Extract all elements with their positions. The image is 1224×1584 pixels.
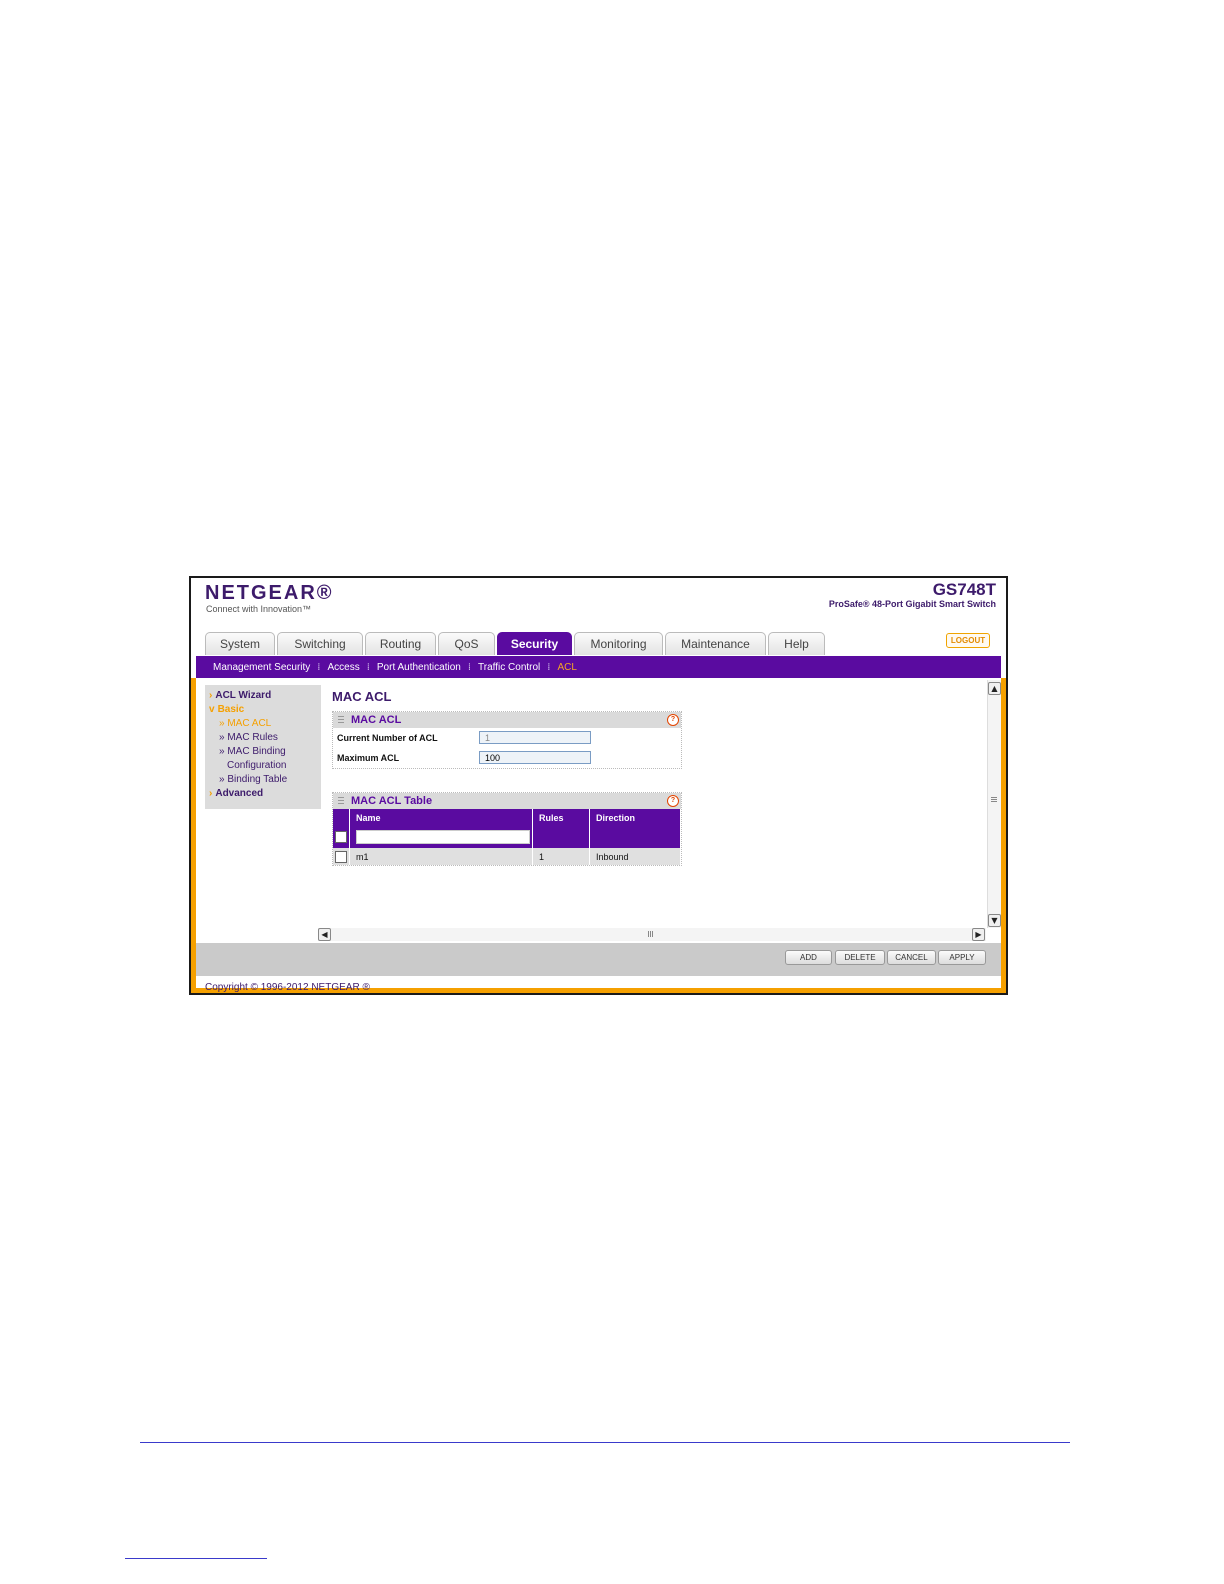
max-acl-field: 100 bbox=[479, 751, 591, 764]
panel-header: MAC ACL Table ? bbox=[333, 793, 681, 809]
add-button[interactable]: ADD bbox=[785, 950, 832, 965]
page-title: MAC ACL bbox=[332, 689, 392, 704]
panel-title: MAC ACL bbox=[351, 714, 402, 726]
max-acl-label: Maximum ACL bbox=[337, 753, 400, 763]
content-area: › ACL Wizard v Basic » MAC ACL » MAC Rules… bbox=[196, 678, 1001, 943]
current-acl-field: 1 bbox=[479, 731, 591, 744]
subnav-management-security[interactable]: Management Security bbox=[213, 662, 310, 673]
scroll-right-icon[interactable]: ▶ bbox=[972, 928, 985, 941]
chevron-down-icon: v bbox=[209, 704, 215, 715]
content-frame: › ACL Wizard v Basic » MAC ACL » MAC Rules… bbox=[191, 678, 1006, 993]
scroll-up-icon[interactable]: ▲ bbox=[988, 682, 1001, 695]
cancel-button[interactable]: CANCEL bbox=[887, 950, 936, 965]
sidebar-item-mac-binding[interactable]: » MAC Binding bbox=[205, 745, 321, 759]
name-cell: m1 bbox=[349, 848, 533, 865]
tab-security[interactable]: Security bbox=[497, 632, 572, 655]
rules-cell: 1 bbox=[532, 848, 590, 865]
subnav-port-authentication[interactable]: Port Authentication bbox=[377, 662, 461, 673]
sidebar-item-mac-rules[interactable]: » MAC Rules bbox=[205, 731, 321, 745]
new-entry-row bbox=[333, 826, 681, 848]
tab-qos[interactable]: QoS bbox=[438, 632, 495, 655]
sidebar-item-mac-acl[interactable]: » MAC ACL bbox=[205, 717, 321, 731]
logout-button[interactable]: LOGOUT bbox=[946, 633, 990, 648]
sidebar-item-label: Advanced bbox=[215, 788, 264, 799]
sidebar-item-label: Basic bbox=[217, 704, 245, 715]
sidebar-item-label: MAC ACL bbox=[227, 718, 272, 729]
subnav-acl[interactable]: ACL bbox=[557, 662, 576, 673]
acl-table: Name Rules Direction m1 1 Inbound bbox=[333, 809, 681, 865]
subnav-traffic-control[interactable]: Traffic Control bbox=[478, 662, 540, 673]
apply-button[interactable]: APPLY bbox=[938, 950, 986, 965]
form-row: Current Number of ACL 1 bbox=[333, 728, 681, 748]
copyright: Copyright © 1996-2012 NETGEAR ® bbox=[205, 982, 370, 993]
name-cell bbox=[349, 826, 533, 848]
new-acl-name-input[interactable] bbox=[356, 830, 530, 844]
subnav-separator: ⁞ bbox=[467, 661, 472, 673]
select-cell bbox=[333, 826, 350, 848]
subnav-access[interactable]: Access bbox=[327, 662, 359, 673]
delete-button[interactable]: DELETE bbox=[835, 950, 885, 965]
subnav-separator: ⁞ bbox=[317, 661, 321, 673]
chevron-right-icon: › bbox=[209, 690, 213, 701]
rules-cell bbox=[532, 826, 590, 848]
scroll-left-icon[interactable]: ◀ bbox=[318, 928, 331, 941]
subnav-separator: ⁞ bbox=[547, 661, 551, 673]
sidebar: › ACL Wizard v Basic » MAC ACL » MAC Rules… bbox=[205, 685, 321, 809]
sub-navigation: Management Security ⁞ Access ⁞ Port Auth… bbox=[196, 656, 1001, 678]
sidebar-item-label: MAC Rules bbox=[227, 732, 278, 743]
sidebar-item-advanced[interactable]: › Advanced bbox=[205, 787, 321, 801]
table-header-row: Name Rules Direction bbox=[333, 809, 681, 826]
sidebar-item-basic[interactable]: v Basic bbox=[205, 703, 321, 717]
row-checkbox[interactable] bbox=[335, 850, 347, 863]
page-divider bbox=[140, 1442, 1070, 1443]
panel-title: MAC ACL Table bbox=[351, 795, 433, 807]
sidebar-item-acl-wizard[interactable]: › ACL Wizard bbox=[205, 689, 321, 703]
form-row: Maximum ACL 100 bbox=[333, 748, 681, 768]
scroll-grip-icon bbox=[648, 931, 654, 937]
tab-monitoring[interactable]: Monitoring bbox=[574, 632, 663, 655]
help-icon[interactable]: ? bbox=[667, 714, 679, 726]
sidebar-item-label: Binding Table bbox=[227, 774, 288, 785]
sidebar-item-label: MAC Binding bbox=[227, 746, 286, 757]
direction-cell bbox=[589, 826, 681, 848]
mac-acl-table-panel: MAC ACL Table ? Name Rules Direction m1 … bbox=[332, 792, 682, 866]
sidebar-item-label: ACL Wizard bbox=[215, 690, 272, 701]
drag-grip-icon bbox=[338, 716, 344, 724]
tab-routing[interactable]: Routing bbox=[365, 632, 436, 655]
button-bar: ADD DELETE CANCEL APPLY bbox=[196, 943, 1001, 976]
sidebar-item-mac-binding-cont[interactable]: Configuration bbox=[205, 759, 321, 773]
subnav-separator: ⁞ bbox=[366, 661, 370, 673]
sidebar-item-binding-table[interactable]: » Binding Table bbox=[205, 773, 321, 787]
vertical-scrollbar[interactable]: ▲ ▼ bbox=[987, 680, 1001, 928]
scroll-grip-icon bbox=[991, 797, 997, 803]
panel-header: MAC ACL ? bbox=[333, 712, 681, 728]
chevron-right-icon: › bbox=[209, 788, 213, 799]
column-header-name: Name bbox=[349, 809, 533, 826]
table-row: m1 1 Inbound bbox=[333, 848, 681, 865]
tab-help[interactable]: Help bbox=[768, 632, 825, 655]
scroll-down-icon[interactable]: ▼ bbox=[988, 914, 1001, 927]
tab-system[interactable]: System bbox=[205, 632, 275, 655]
new-row-checkbox[interactable] bbox=[335, 831, 347, 843]
select-cell bbox=[333, 848, 350, 865]
footnote-divider bbox=[125, 1558, 267, 1559]
select-column-header bbox=[333, 809, 350, 826]
column-header-direction: Direction bbox=[589, 809, 681, 826]
help-icon[interactable]: ? bbox=[667, 795, 679, 807]
drag-grip-icon bbox=[338, 797, 344, 805]
netgear-logo: NETGEAR® bbox=[205, 582, 334, 604]
model-name: GS748T bbox=[932, 580, 996, 599]
current-acl-label: Current Number of ACL bbox=[337, 733, 438, 743]
horizontal-scrollbar[interactable]: ◀ ▶ bbox=[318, 928, 986, 941]
column-header-rules: Rules bbox=[532, 809, 590, 826]
main-tabs: System Switching Routing QoS Security Mo… bbox=[205, 632, 827, 656]
app-window: NETGEAR® Connect with Innovation™ GS748T… bbox=[189, 576, 1008, 995]
tab-switching[interactable]: Switching bbox=[277, 632, 363, 655]
direction-cell: Inbound bbox=[589, 848, 681, 865]
mac-acl-panel: MAC ACL ? Current Number of ACL 1 Maximu… bbox=[332, 711, 682, 769]
model-description: ProSafe® 48-Port Gigabit Smart Switch bbox=[828, 599, 996, 609]
tab-maintenance[interactable]: Maintenance bbox=[665, 632, 766, 655]
logo-tagline: Connect with Innovation™ bbox=[206, 604, 312, 614]
